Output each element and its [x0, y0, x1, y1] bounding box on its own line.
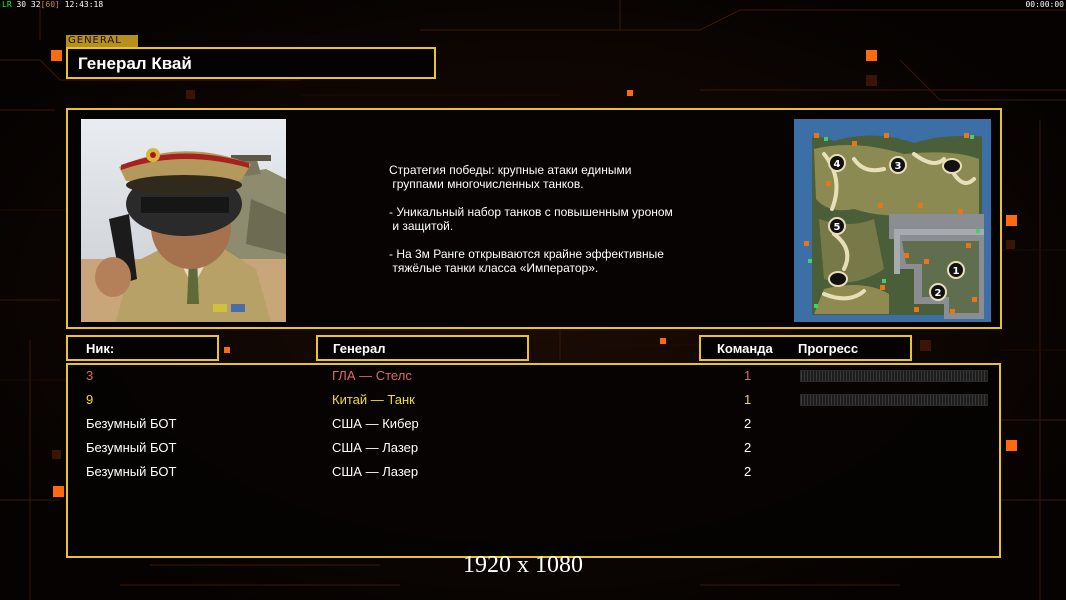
header-progress-label: Прогресс [798, 341, 859, 356]
general-title-box: Генерал Квай [66, 47, 436, 79]
start-position-2: 2 [935, 288, 942, 299]
start-position-4: 4 [834, 159, 841, 170]
header-team-progress: Команда Прогресс [699, 335, 912, 361]
player-nick: Безумный БОТ [86, 416, 177, 431]
player-general: Китай — Танк [332, 392, 415, 407]
player-general: ГЛА — Стелс [332, 368, 412, 383]
player-general: США — Кибер [332, 416, 419, 431]
general-tag: GENERAL [66, 35, 138, 47]
player-team: 2 [744, 440, 752, 455]
fps-counter: LR 30 32[60] 12:43:18 [2, 0, 103, 9]
player-row-2: 9 Китай — Танк 1 [68, 390, 999, 414]
start-position-3: 3 [895, 161, 902, 172]
player-row-4: Безумный БОТ США — Лазер 2 [68, 438, 999, 462]
description-line: Стратегия победы: крупные атаки едиными … [389, 163, 632, 191]
player-nick: 3 [86, 368, 94, 383]
header-general-label: Генерал [333, 341, 386, 356]
header-nick-label: Ник: [86, 341, 115, 356]
player-general: США — Лазер [332, 440, 419, 455]
clock: 12:43:18 [64, 0, 104, 9]
general-info-panel: Стратегия победы: крупные атаки едиными … [66, 108, 1002, 329]
fps-prefix: LR [2, 0, 12, 9]
player-nick: Безумный БОТ [86, 440, 177, 455]
player-nick: 9 [86, 392, 94, 407]
fps-target: [60] [40, 0, 60, 9]
general-name: Генерал Квай [78, 54, 192, 73]
start-position-5: 5 [834, 222, 841, 233]
progress-bar [800, 370, 988, 382]
fps-values: 30 32 [16, 0, 41, 9]
strategy-description: Стратегия победы: крупные атаки едиными … [389, 163, 719, 289]
players-list: 3 ГЛА — Стелс 1 9 Китай — Танк 1 Безумны… [66, 363, 1001, 558]
header-team-label: Команда [717, 341, 773, 356]
resolution-label: 1920 x 1080 [463, 552, 583, 578]
player-row-5: Безумный БОТ США — Лазер 2 [68, 462, 999, 486]
header-general: Генерал [316, 335, 529, 361]
player-team: 2 [744, 464, 752, 479]
description-line: - На 3м Ранге открываются крайне эффекти… [389, 247, 664, 275]
general-portrait [81, 119, 286, 322]
player-row-3: Безумный БОТ США — Кибер 2 [68, 414, 999, 438]
map-preview[interactable]: 4 3 5 1 2 [794, 119, 991, 322]
game-timer: 00:00:00 [1025, 0, 1064, 9]
player-general: США — Лазер [332, 464, 419, 479]
progress-bar [800, 394, 988, 406]
player-team: 1 [744, 392, 752, 407]
description-line: - Уникальный набор танков с повышенным у… [389, 205, 673, 233]
header-nick: Ник: [66, 335, 219, 361]
player-team: 2 [744, 416, 752, 431]
player-row-1: 3 ГЛА — Стелс 1 [68, 366, 999, 390]
player-nick: Безумный БОТ [86, 464, 177, 479]
start-position-1: 1 [953, 266, 960, 277]
player-team: 1 [744, 368, 752, 383]
